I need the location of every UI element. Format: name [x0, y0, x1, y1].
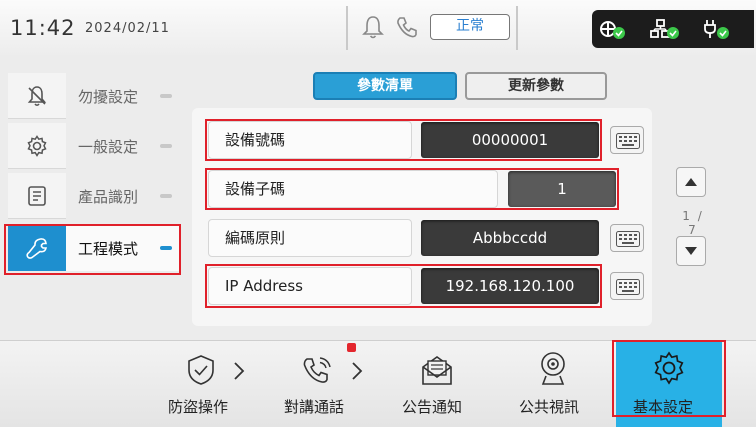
do-not-disturb-icon: [27, 86, 47, 107]
sidebar-indicator: [160, 194, 172, 198]
shield-check-icon: [188, 355, 214, 385]
sidebar-item-do-not-disturb[interactable]: 勿擾設定: [4, 72, 180, 120]
sidebar-item-general[interactable]: 一般設定: [4, 122, 180, 170]
device-subcode-label: 設備子碼: [208, 170, 498, 208]
nav-security[interactable]: 防盜操作: [150, 341, 260, 427]
id-card-icon: [28, 186, 46, 206]
nav-label: 防盜操作: [168, 398, 229, 416]
nav-label: 公告通知: [402, 398, 463, 416]
status-bar: 11:42 2024/02/11 正常: [0, 0, 756, 58]
sidebar-item-label: 產品識別: [78, 188, 139, 206]
page-up-button[interactable]: [676, 167, 706, 197]
network-ok-icon: [600, 21, 625, 39]
caret-up-icon: [685, 178, 697, 186]
nav-announcements[interactable]: 公告通知: [390, 341, 490, 427]
bottom-navigation: 防盜操作 對講通話 公告通知 公共視訊 基本設定: [0, 340, 756, 427]
encoding-rule-label: 編碼原則: [208, 219, 412, 257]
device-subcode-field[interactable]: 1: [508, 171, 616, 207]
chevron-right-icon: [352, 362, 363, 380]
sidebar-icon-box: [8, 173, 66, 219]
status-divider: [516, 6, 518, 50]
sidebar-item-label: 工程模式: [78, 240, 139, 258]
keyboard-icon: [616, 231, 640, 247]
ip-address-field[interactable]: 192.168.120.100: [421, 268, 599, 304]
webcam-icon: [541, 352, 565, 385]
gear-icon: [27, 135, 47, 157]
encoding-rule-field[interactable]: Abbbccdd: [421, 220, 599, 256]
nav-label: 對講通話: [284, 398, 345, 416]
status-divider: [346, 6, 348, 50]
sidebar-item-product-id[interactable]: 產品識別: [4, 172, 180, 220]
sidebar-indicator: [160, 144, 172, 148]
power-ok-icon: [704, 20, 729, 39]
keyboard-icon: [616, 279, 640, 295]
sidebar-indicator: [160, 94, 172, 98]
mail-notice-icon: [422, 356, 452, 385]
device-screen: 11:42 2024/02/11 正常 勿擾設定 一般設定 產品識別 工程模式 …: [0, 0, 756, 427]
clock-time: 11:42: [10, 16, 76, 40]
bell-icon[interactable]: [360, 14, 386, 40]
wrench-icon: [26, 238, 47, 259]
clock-date: 2024/02/11: [85, 21, 170, 36]
settings-sidebar: 勿擾設定 一般設定 產品識別 工程模式: [0, 72, 181, 302]
sidebar-icon-box: [8, 225, 66, 271]
device-number-label: 設備號碼: [208, 121, 412, 159]
gear-icon: [654, 351, 684, 385]
system-status-tray: [592, 10, 754, 48]
page-down-button[interactable]: [676, 236, 706, 266]
sidebar-item-label: 一般設定: [78, 138, 139, 156]
nav-label: 公共視訊: [519, 398, 580, 416]
sidebar-icon-box: [8, 73, 66, 119]
keyboard-icon: [616, 133, 640, 149]
intercom-call-icon: [303, 357, 331, 383]
nav-public-video[interactable]: 公共視訊: [505, 341, 605, 427]
status-badge: 正常: [430, 14, 510, 40]
page-indicator: 1 / 7: [682, 209, 704, 237]
lan-ok-icon: [650, 19, 679, 39]
ip-address-keyboard-button[interactable]: [610, 272, 644, 300]
nav-label: 基本設定: [633, 398, 694, 416]
device-number-keyboard-button[interactable]: [610, 126, 644, 154]
sidebar-item-label: 勿擾設定: [78, 88, 139, 106]
tab-update-parameters[interactable]: 更新參數: [465, 72, 607, 100]
sidebar-item-engineering-mode[interactable]: 工程模式: [4, 224, 180, 272]
nav-basic-settings[interactable]: 基本設定: [616, 341, 722, 427]
device-number-field[interactable]: 00000001: [421, 122, 599, 158]
caret-down-icon: [685, 247, 697, 255]
nav-intercom[interactable]: 對講通話: [270, 341, 380, 427]
notification-badge: [347, 343, 356, 352]
sidebar-indicator: [160, 246, 172, 250]
sidebar-icon-box: [8, 123, 66, 169]
chevron-right-icon: [234, 362, 245, 380]
phone-icon[interactable]: [394, 14, 420, 40]
ip-address-label: IP Address: [208, 267, 412, 305]
encoding-rule-keyboard-button[interactable]: [610, 224, 644, 252]
tab-parameter-list[interactable]: 參數清單: [313, 72, 457, 100]
